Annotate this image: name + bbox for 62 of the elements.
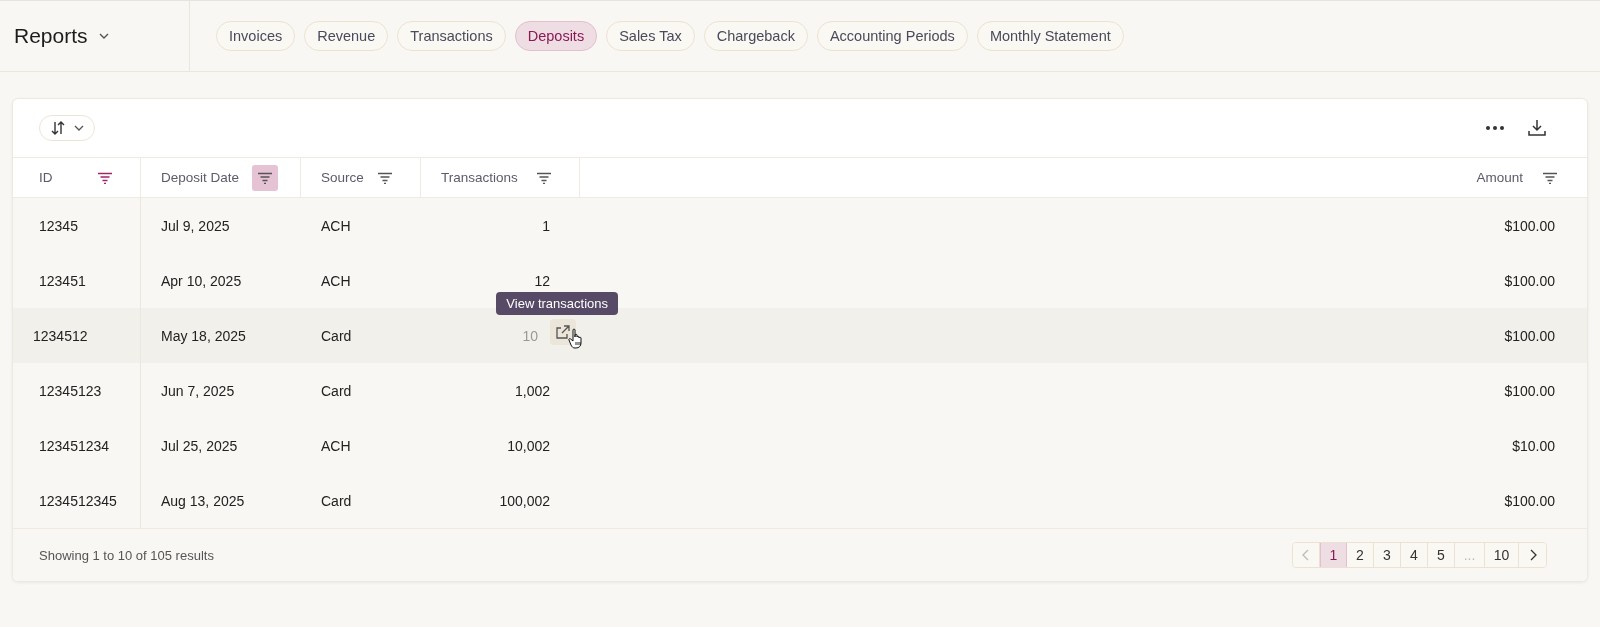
report-tab[interactable]: Invoices (216, 21, 296, 51)
sort-icon (50, 120, 66, 136)
report-tab[interactable]: Chargeback (703, 21, 808, 51)
table-cell: ACH (321, 272, 351, 289)
table-cell: Jun 7, 2025 (161, 382, 235, 399)
filter-icon (97, 171, 113, 184)
table-cell: 10 (522, 327, 538, 344)
table-cell: Card (321, 382, 352, 399)
table-cell: 1 (542, 217, 550, 234)
external-link-icon (555, 324, 571, 340)
chevron-left-icon (1302, 549, 1310, 561)
table-cell: 10,002 (507, 437, 550, 454)
table-cell: Card (321, 327, 352, 344)
more-icon[interactable] (1485, 125, 1505, 131)
table-cell: Card (321, 492, 352, 509)
report-tab[interactable]: Monthly Statement (976, 21, 1124, 51)
column-header: ID (39, 170, 53, 185)
table-cell: 12 (534, 272, 550, 289)
column-header: Source (321, 170, 364, 185)
filter-icon (257, 171, 273, 184)
table-cell: Jul 9, 2025 (161, 217, 230, 234)
filter-button[interactable] (252, 164, 278, 191)
page-button[interactable]: 1 (1320, 543, 1347, 567)
table-cell: 12345123 (39, 382, 102, 399)
tooltip: View transactions (496, 292, 618, 315)
table-cell: ACH (321, 217, 351, 234)
chevron-right-icon (1528, 549, 1537, 561)
table-cell: $100.00 (1504, 492, 1555, 509)
filter-icon (377, 171, 393, 184)
chevron-down-icon (74, 124, 84, 132)
table-cell: Jul 25, 2025 (161, 437, 238, 454)
table-cell: May 18, 2025 (161, 327, 246, 344)
table-cell: 1234512345 (39, 492, 117, 509)
table-cell: 100,002 (499, 492, 550, 509)
filter-icon (1542, 171, 1558, 184)
report-tab[interactable]: Revenue (304, 21, 389, 51)
filter-icon (536, 171, 552, 184)
report-tab[interactable]: Sales Tax (606, 21, 695, 51)
column-header: Deposit Date (161, 170, 240, 185)
report-tab[interactable]: Accounting Periods (816, 21, 968, 51)
results-summary: Showing 1 to 10 of 105 results (39, 547, 214, 563)
table-cell: $100.00 (1504, 272, 1555, 289)
column-header: Transactions (441, 170, 518, 185)
report-tab[interactable]: Deposits (514, 21, 598, 51)
table-cell: 123451234 (39, 437, 110, 454)
download-icon[interactable] (1527, 119, 1547, 137)
report-tab[interactable]: Transactions (397, 21, 506, 51)
table-cell: $10.00 (1512, 437, 1555, 454)
chevron-down-icon[interactable] (97, 32, 110, 40)
table-cell: 123451 (39, 272, 86, 289)
table-cell: 1234512 (33, 327, 88, 344)
table-cell: 1,002 (514, 382, 550, 399)
table-cell: 12345 (39, 217, 78, 234)
table-cell: Apr 10, 2025 (161, 272, 242, 289)
table-cell: Aug 13, 2025 (161, 492, 245, 509)
table-cell: $100.00 (1504, 382, 1555, 399)
sort-button[interactable] (39, 115, 95, 141)
table-cell: ACH (321, 437, 351, 454)
column-header: Amount (1476, 170, 1523, 185)
page-title[interactable]: Reports (14, 24, 88, 48)
table-cell: $100.00 (1504, 217, 1555, 234)
table-cell: $100.00 (1504, 327, 1555, 344)
